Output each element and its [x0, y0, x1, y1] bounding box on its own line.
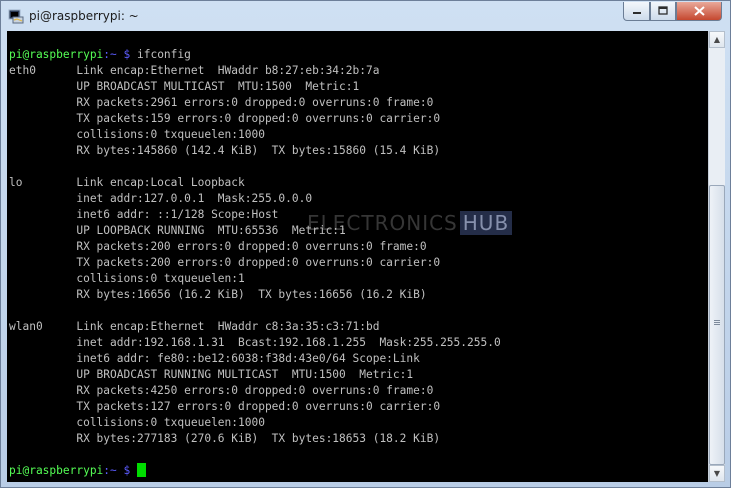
output-line: UP BROADCAST RUNNING MULTICAST MTU:1500 … [76, 368, 414, 381]
command-text: ifconfig [130, 48, 191, 61]
minimize-button[interactable] [623, 2, 650, 21]
output-line: UP LOOPBACK RUNNING MTU:65536 Metric:1 [76, 224, 346, 237]
output-line: inet6 addr: fe80::be12:6038:f38d:43e0/64… [76, 352, 420, 365]
output-line: wlan0 Link encap:Ethernet HWaddr c8:3a:3… [9, 320, 380, 333]
putty-terminal-icon [8, 9, 24, 24]
terminal-output: pi@raspberrypi:~ $ ifconfig eth0 Link en… [9, 47, 501, 479]
output-line: RX bytes:16656 (16.2 KiB) TX bytes:16656… [76, 288, 427, 301]
final-prompt-user: pi@raspberrypi [9, 464, 104, 477]
maximize-button[interactable] [650, 2, 676, 21]
prompt-user: pi@raspberrypi [9, 48, 104, 61]
output-line: TX packets:159 errors:0 dropped:0 overru… [76, 112, 441, 125]
terminal-cursor [137, 463, 146, 477]
window-title: pi@raspberrypi: ~ [29, 9, 139, 23]
output-line: RX bytes:145860 (142.4 KiB) TX bytes:158… [76, 144, 441, 157]
minimize-icon [632, 12, 641, 14]
output-line: collisions:0 txqueuelen:1 [76, 272, 245, 285]
maximize-icon [658, 6, 668, 15]
scroll-up-button[interactable]: ▲ [709, 31, 725, 48]
output-line: inet addr:127.0.0.1 Mask:255.0.0.0 [76, 192, 313, 205]
output-line: RX packets:4250 errors:0 dropped:0 overr… [76, 384, 434, 397]
output-line: inet6 addr: ::1/128 Scope:Host [76, 208, 279, 221]
title-bar[interactable]: pi@raspberrypi: ~ [1, 1, 730, 31]
close-icon [693, 6, 705, 16]
chevron-up-icon: ▲ [713, 35, 721, 44]
output-line: eth0 Link encap:Ethernet HWaddr b8:27:eb… [9, 64, 380, 77]
output-line: collisions:0 txqueuelen:1000 [76, 416, 265, 429]
output-line: TX packets:200 errors:0 dropped:0 overru… [76, 256, 441, 269]
scroll-down-button[interactable]: ▼ [709, 465, 725, 482]
output-line: collisions:0 txqueuelen:1000 [76, 128, 265, 141]
final-prompt-path: :~ $ [103, 464, 131, 477]
close-button[interactable] [676, 2, 722, 21]
output-line: RX bytes:277183 (270.6 KiB) TX bytes:186… [76, 432, 441, 445]
output-line: lo Link encap:Local Loopback [9, 176, 245, 189]
terminal-window: pi@raspberrypi: ~ ELECTRONICS HUB pi@rasp… [0, 0, 731, 488]
terminal-screen[interactable]: ELECTRONICS HUB pi@raspberrypi:~ $ ifconf… [7, 31, 708, 482]
ifconfig-output: eth0 Link encap:Ethernet HWaddr b8:27:eb… [9, 64, 501, 445]
vertical-scrollbar[interactable]: ▲ ▼ [708, 31, 725, 482]
output-line: inet addr:192.168.1.31 Bcast:192.168.1.2… [76, 336, 501, 349]
prompt-path: :~ $ [103, 48, 131, 61]
scroll-thumb[interactable] [709, 185, 725, 465]
output-line: UP BROADCAST MULTICAST MTU:1500 Metric:1 [76, 80, 360, 93]
output-line: TX packets:127 errors:0 dropped:0 overru… [76, 400, 441, 413]
output-line: RX packets:200 errors:0 dropped:0 overru… [76, 240, 427, 253]
grip-icon [714, 320, 720, 321]
output-line: RX packets:2961 errors:0 dropped:0 overr… [76, 96, 434, 109]
chevron-down-icon: ▼ [713, 469, 721, 478]
